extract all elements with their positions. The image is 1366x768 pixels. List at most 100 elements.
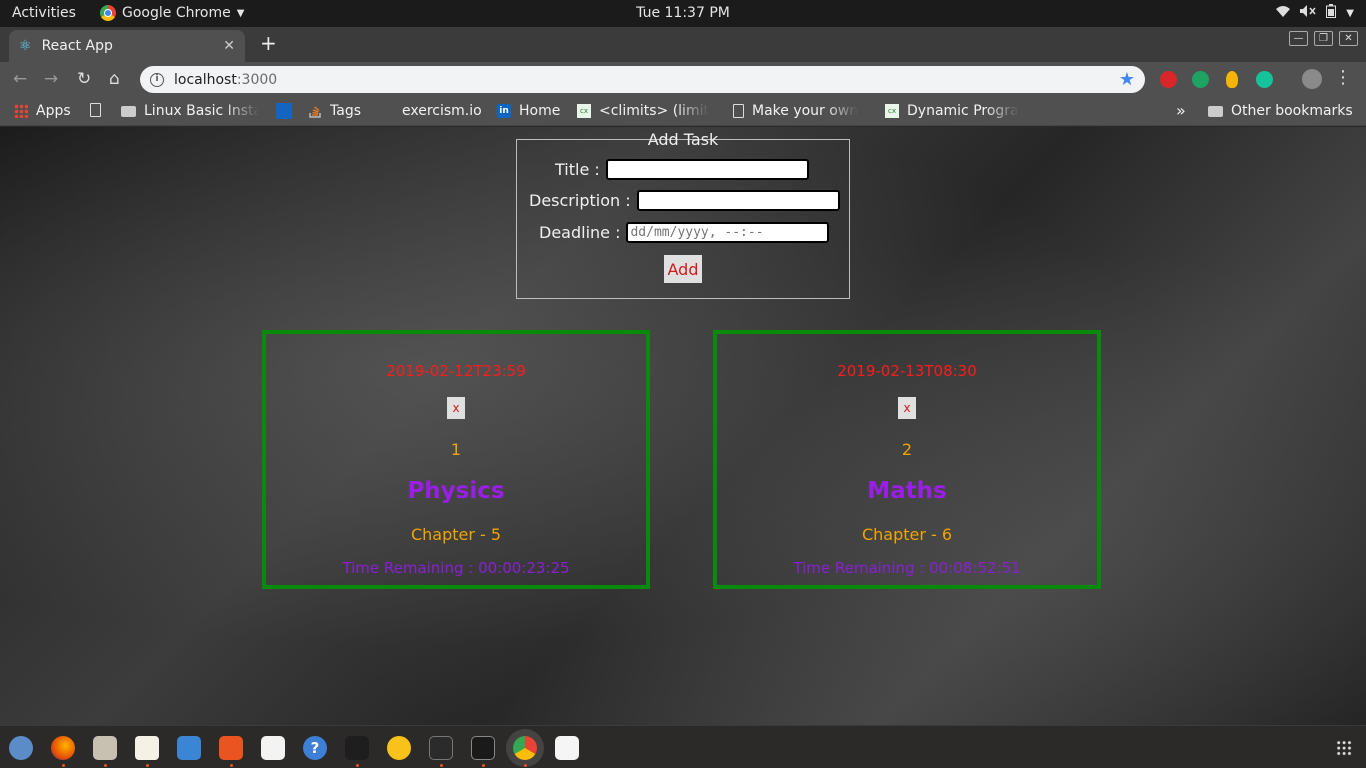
bookmark-star-icon[interactable]: ★ [1119,69,1135,90]
clock[interactable]: Tue 11:37 PM [636,5,730,21]
task-title: Maths [867,478,947,504]
running-indicator [440,764,443,767]
bookmark-dynamic-programming[interactable]: cx Dynamic Progra [885,103,1019,119]
green-extension-icon[interactable] [1192,71,1209,88]
writer-icon[interactable] [177,736,201,760]
chrome-dock-icon[interactable] [513,736,537,760]
maximize-button[interactable]: ❐ [1314,31,1333,46]
tab-title: React App [41,38,113,54]
thunderbird-icon[interactable] [9,736,33,760]
task-description: Chapter - 5 [410,525,502,544]
bookmark-label: <climits> (limits [599,103,709,119]
bookmark-tags[interactable]: Tags [308,103,361,119]
amazon-icon[interactable] [261,736,285,760]
bookmark-linux-basic[interactable]: Linux Basic Insta [121,103,259,119]
add-button[interactable]: Add [664,255,702,283]
running-indicator [482,764,485,767]
browser-toolbar: ← → ↻ ⌂ i localhost:3000 ★ ⋮ [0,62,1366,97]
terminal-icon[interactable] [429,736,453,760]
delete-task-button[interactable]: x [898,397,916,419]
vscode-icon[interactable] [345,736,369,760]
reload-icon[interactable]: ↻ [77,70,91,88]
bookmark-other[interactable]: Other bookmarks [1208,103,1353,119]
bookmark-label: Home [519,103,561,119]
task-deadline: 2019-02-13T08:30 [837,362,977,380]
title-label: Title : [555,160,600,179]
apps-grid-icon [14,104,28,118]
task-title: Physics [407,478,505,504]
window-controls: — ❐ ✕ [1289,31,1358,46]
back-arrow-icon[interactable]: ← [13,70,27,88]
grammarly-extension-icon[interactable] [1256,71,1273,88]
task-number: 2 [901,440,913,459]
description-input[interactable] [636,190,840,211]
bookmark-label: Other bookmarks [1231,103,1353,119]
browser-tab[interactable]: ⚛ React App ✕ [9,30,245,62]
help-icon[interactable]: ? [303,736,327,760]
bookmark-page[interactable] [90,103,101,117]
chrome-icon [100,5,116,21]
file-manager-icon[interactable] [93,736,117,760]
page-icon [733,104,744,118]
description-row: Description : [529,190,840,211]
volume-muted-icon [1300,5,1316,21]
dock: ? [0,725,1366,768]
bookmark-label: Tags [330,103,361,119]
address-bar[interactable]: i localhost:3000 ★ [140,66,1145,93]
task-deadline: 2019-02-12T23:59 [386,362,526,380]
forward-arrow-icon[interactable]: → [44,70,58,88]
site-info-icon[interactable]: i [150,72,164,87]
task-time-remaining: Time Remaining : 00:00:23:25 [342,559,570,577]
task-card: 2019-02-12T23:59 x 1 Physics Chapter - 5… [262,330,650,589]
bookmark-climits[interactable]: cx <climits> (limits [577,103,709,119]
deadline-input[interactable] [626,222,830,243]
home-icon[interactable]: ⌂ [109,70,120,88]
bookmark-label: Linux Basic Insta [144,103,259,119]
running-indicator [146,764,149,767]
bookmark-make-your-own[interactable]: Make your own [733,103,858,119]
blue-square-icon [276,103,292,119]
activities-button[interactable]: Activities [12,5,76,21]
bookmark-linkedin-home[interactable]: in Home [497,103,560,119]
bookmark-apps[interactable]: Apps [14,103,71,119]
chevron-down-icon: ▼ [236,7,245,19]
lightbulb-extension-icon[interactable] [1226,71,1238,88]
bookmarks-bar: Apps Linux Basic Insta Tags exercism.io … [0,97,1366,126]
running-indicator [62,764,65,767]
app-menu[interactable]: Google Chrome ▼ [100,5,244,21]
system-top-bar: Activities Google Chrome ▼ Tue 11:37 PM … [0,0,1366,27]
running-indicator [230,764,233,767]
system-monitor-icon[interactable] [471,736,495,760]
task-description: Chapter - 6 [861,525,953,544]
minimize-button[interactable]: — [1289,31,1308,46]
cpp-reference-icon: cx [577,104,591,118]
stackoverflow-icon [308,104,322,118]
close-window-button[interactable]: ✕ [1339,31,1358,46]
system-status-area[interactable]: ▼ [1276,4,1354,22]
page-content: Add Task Title : Description : Deadline … [0,127,1366,725]
show-applications-icon[interactable] [1336,740,1352,756]
folder-icon [1208,105,1223,117]
new-tab-button[interactable]: + [260,33,277,53]
bookmarks-overflow-button[interactable]: » [1176,101,1186,120]
software-center-icon[interactable] [219,736,243,760]
bookmark-exercism[interactable]: exercism.io [402,103,482,119]
profile-avatar[interactable] [1302,69,1322,89]
close-tab-icon[interactable]: ✕ [223,38,235,54]
deadline-label: Deadline : [539,223,621,242]
title-row: Title : [555,159,809,180]
bookmark-label: exercism.io [402,103,482,119]
screenshot-tool-icon[interactable] [555,736,579,760]
ublock-extension-icon[interactable] [1160,71,1177,88]
document-viewer-icon[interactable] [135,736,159,760]
battery-icon [1326,4,1337,22]
title-input[interactable] [605,159,809,180]
linkedin-icon: in [497,104,511,118]
running-indicator [356,764,359,767]
bookmark-blue-site[interactable] [276,103,292,119]
cheese-icon[interactable] [387,736,411,760]
chrome-menu-icon[interactable]: ⋮ [1334,69,1352,87]
firefox-icon[interactable] [51,736,75,760]
url-port: :3000 [236,71,278,88]
delete-task-button[interactable]: x [447,397,465,419]
